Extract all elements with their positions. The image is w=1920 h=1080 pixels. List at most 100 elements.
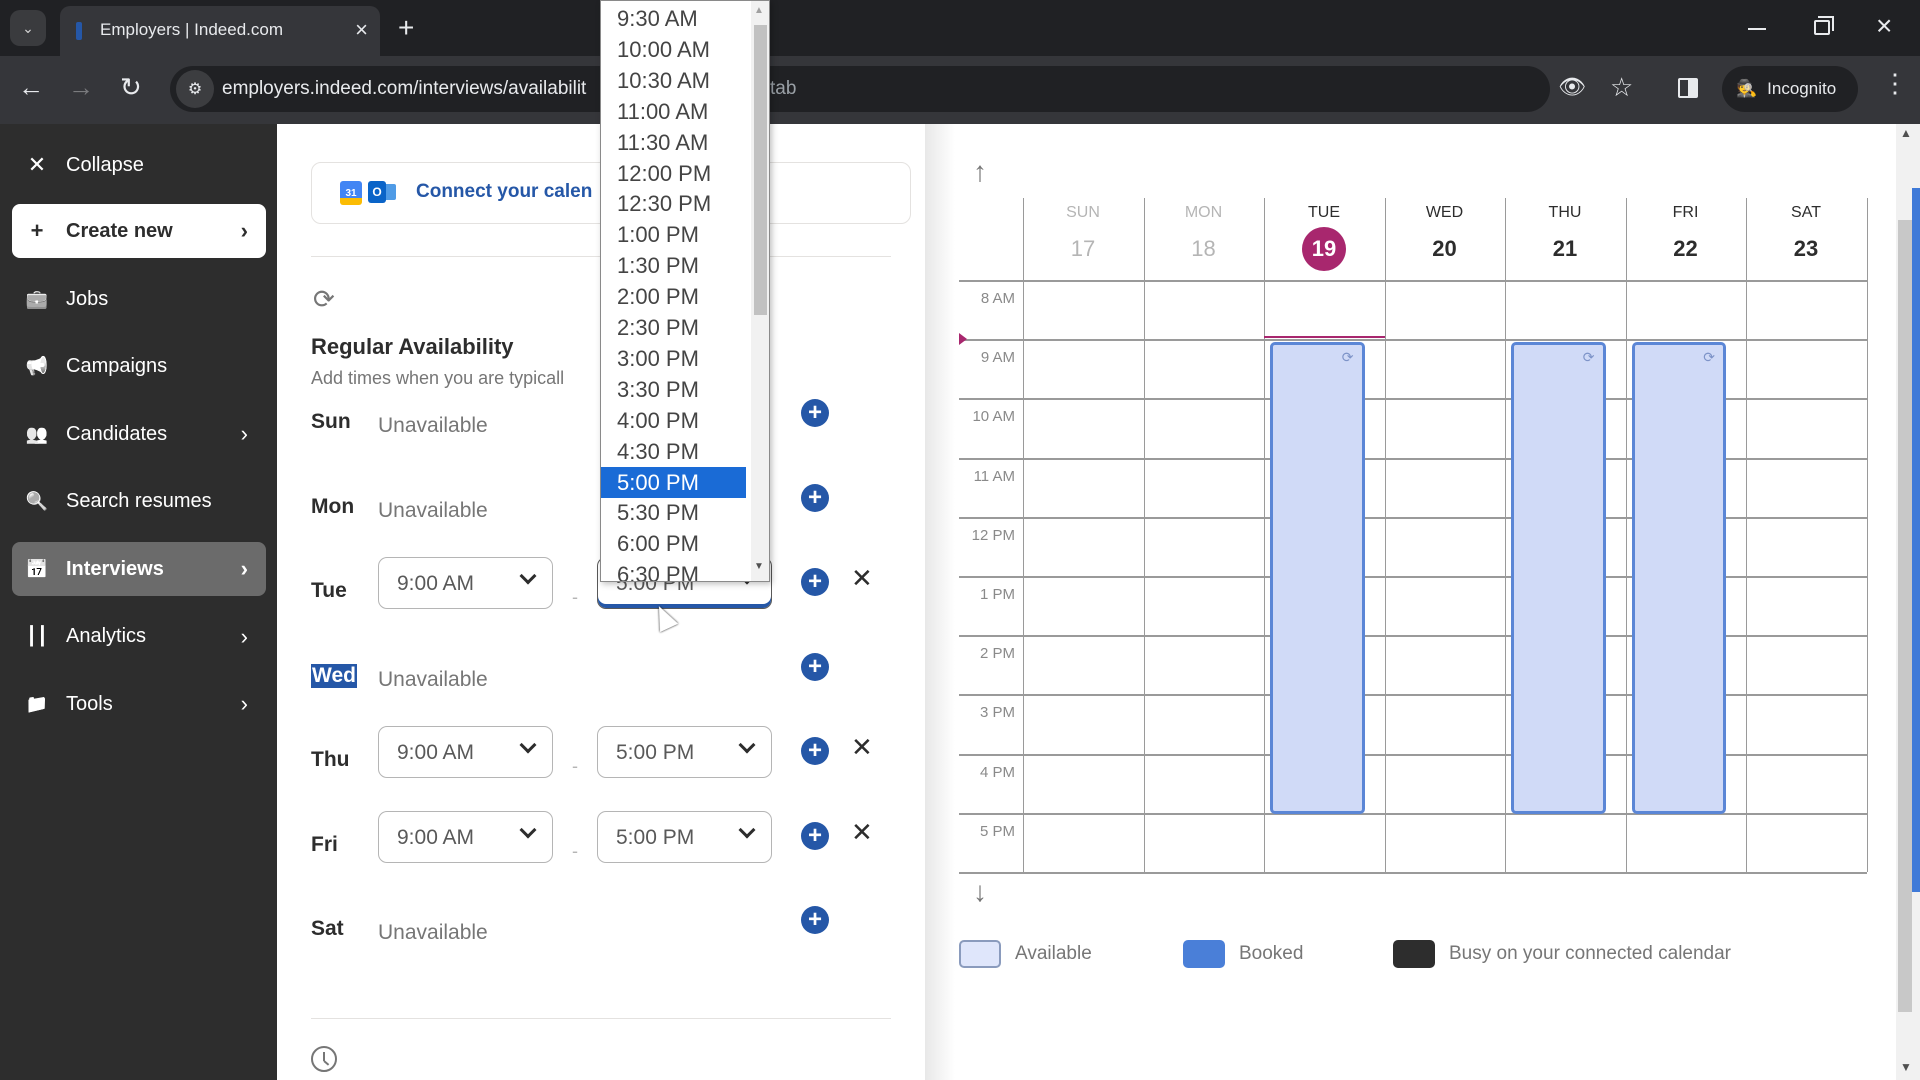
- dropdown-option[interactable]: 1:00 PM: [601, 219, 746, 250]
- available-slot-tue[interactable]: ⟳: [1270, 342, 1365, 814]
- forward-arrow-icon[interactable]: →: [68, 72, 94, 103]
- new-tab-button[interactable]: +: [398, 12, 414, 44]
- day-name-tue: TUE: [1308, 204, 1340, 221]
- add-time-button-mon[interactable]: +: [801, 483, 829, 512]
- sync-icon[interactable]: ⟳: [313, 284, 335, 315]
- page-scrollbar-thumb[interactable]: [1898, 220, 1912, 1012]
- add-time-button-tue[interactable]: +: [801, 568, 829, 596]
- dropdown-option[interactable]: 2:30 PM: [601, 312, 746, 343]
- dropdown-option[interactable]: 3:00 PM: [601, 343, 746, 374]
- chevron-right-icon: ›: [240, 421, 248, 446]
- day-date-23[interactable]: 23: [1746, 236, 1866, 262]
- restore-window-button[interactable]: [1814, 16, 1834, 35]
- side-panel-icon[interactable]: [1678, 78, 1698, 98]
- end-time-select-fri[interactable]: 5:00 PM: [597, 810, 772, 863]
- grid-row-line: [959, 694, 1867, 697]
- listbox-scrollbar-thumb[interactable]: [754, 25, 767, 315]
- chevron-down-icon: [519, 736, 537, 754]
- dropdown-option[interactable]: 1:30 PM: [601, 250, 746, 281]
- browser-toolbar: ← → ↻ ⚙ employers.indeed.com/interviews/…: [0, 56, 1920, 124]
- sidebar-item-candidates[interactable]: 👥 Candidates ›: [12, 407, 266, 461]
- add-time-button-sat[interactable]: +: [801, 906, 829, 934]
- calendar-panel: ↑ SUN 17 MON 18 TUE 19 WED 20 THU 21 FRI 22 SAT 23 8 A…: [955, 124, 1885, 1080]
- collapse-button[interactable]: ✕ Collapse: [12, 138, 266, 192]
- close-tab-icon[interactable]: ×: [355, 17, 368, 43]
- dropdown-option[interactable]: 10:00 AM: [601, 34, 746, 65]
- dropdown-option[interactable]: 10:30 AM: [601, 65, 746, 96]
- remove-time-button-fri[interactable]: ✕: [851, 817, 873, 848]
- add-time-button-wed[interactable]: +: [801, 652, 829, 681]
- dropdown-option[interactable]: 4:00 PM: [601, 405, 746, 436]
- day-date-22[interactable]: 22: [1626, 236, 1746, 262]
- sidebar-item-tools[interactable]: 📁 Tools ›: [12, 677, 266, 731]
- dropdown-option[interactable]: 6:00 PM: [601, 528, 746, 559]
- sidebar-item-label: Tools: [66, 692, 113, 715]
- unavailable-text: Unavailable: [378, 667, 488, 691]
- end-time-dropdown-listbox[interactable]: 9:30 AM 10:00 AM 10:30 AM 11:00 AM 11:30 AM 1…: [600, 0, 770, 582]
- arrow-down-icon[interactable]: ↓: [973, 876, 987, 908]
- dropdown-option[interactable]: 11:30 AM: [601, 127, 746, 158]
- remove-time-button-tue[interactable]: ✕: [851, 563, 873, 594]
- dropdown-option[interactable]: 12:00 PM: [601, 158, 746, 189]
- close-window-button[interactable]: ×: [1876, 10, 1892, 42]
- back-arrow-icon[interactable]: ←: [18, 72, 44, 103]
- tab-search-button[interactable]: ⌄: [10, 10, 46, 46]
- sidebar-item-search-resumes[interactable]: 🔍 Search resumes: [12, 475, 266, 529]
- megaphone-icon: 📢: [25, 356, 49, 376]
- scroll-up-arrow-icon[interactable]: ▲: [1900, 126, 1912, 140]
- address-bar[interactable]: ⚙ employers.indeed.com/interviews/availa…: [170, 66, 1633, 112]
- arrow-up-icon[interactable]: ↑: [973, 156, 987, 188]
- start-time-select-thu[interactable]: 9:00 AM: [378, 726, 553, 778]
- create-new-button[interactable]: + Create new ›: [12, 204, 266, 258]
- minimize-window-button[interactable]: [1748, 28, 1766, 30]
- grid-column-line: [1625, 198, 1627, 872]
- dropdown-option[interactable]: 5:00 PM: [601, 466, 746, 498]
- dropdown-option[interactable]: 3:30 PM: [601, 374, 746, 405]
- available-slot-thu[interactable]: ⟳: [1511, 342, 1606, 814]
- site-settings-icon[interactable]: ⚙: [176, 70, 214, 108]
- page-scrollbar[interactable]: ▲ ▼: [1896, 124, 1920, 1080]
- dropdown-option[interactable]: 2:00 PM: [601, 281, 746, 312]
- sidebar-item-analytics[interactable]: ┃┃ Analytics ›: [12, 610, 266, 664]
- start-time-select-tue[interactable]: 9:00 AM: [378, 557, 553, 609]
- scroll-up-arrow-icon[interactable]: ▲: [754, 5, 764, 16]
- today-date-badge: 19: [1302, 227, 1346, 271]
- day-date-20[interactable]: 20: [1385, 236, 1505, 262]
- dropdown-option[interactable]: 9:30 AM: [601, 3, 746, 34]
- day-date-18[interactable]: 18: [1144, 236, 1264, 262]
- dropdown-option[interactable]: 4:30 PM: [601, 436, 746, 467]
- bookmark-star-icon[interactable]: ☆: [1610, 72, 1633, 103]
- dropdown-option[interactable]: 12:30 PM: [601, 188, 746, 219]
- end-time-value: 5:00 PM: [616, 741, 695, 764]
- eye-off-icon[interactable]: 👁: [1558, 74, 1586, 100]
- browser-tab-active[interactable]: Employers | Indeed.com ×: [60, 6, 380, 56]
- day-date-19[interactable]: 19: [1264, 227, 1384, 271]
- sidebar-item-jobs[interactable]: 💼 Jobs: [12, 272, 266, 326]
- day-label-sun: Sun: [311, 410, 351, 433]
- sidebar-item-interviews[interactable]: 📅 Interviews ›: [12, 542, 266, 596]
- day-date-21[interactable]: 21: [1505, 236, 1625, 262]
- day-date-17[interactable]: 17: [1023, 236, 1143, 262]
- start-time-select-fri[interactable]: 9:00 AM: [378, 810, 553, 863]
- remove-time-button-thu[interactable]: ✕: [851, 732, 873, 763]
- grid-row-line: [959, 753, 1867, 756]
- dropdown-option[interactable]: 5:30 PM: [601, 497, 746, 528]
- more-menu-icon[interactable]: ⋮: [1882, 70, 1908, 96]
- available-slot-fri[interactable]: ⟳: [1631, 342, 1726, 814]
- scroll-down-arrow-icon[interactable]: ▼: [754, 561, 764, 572]
- dropdown-option[interactable]: 6:30 PM: [601, 559, 746, 581]
- add-time-button-thu[interactable]: +: [801, 737, 829, 765]
- sidebar-item-campaigns[interactable]: 📢 Campaigns: [12, 340, 266, 394]
- dropdown-option[interactable]: 11:00 AM: [601, 96, 746, 127]
- reload-icon[interactable]: ↻: [120, 72, 142, 103]
- add-time-button-fri[interactable]: +: [801, 821, 829, 850]
- add-time-button-sun[interactable]: +: [801, 399, 829, 427]
- scroll-down-arrow-icon[interactable]: ▼: [1900, 1060, 1912, 1074]
- time-range-separator: -: [572, 756, 578, 776]
- chevron-right-icon: ›: [240, 556, 248, 581]
- end-time-select-thu[interactable]: 5:00 PM: [597, 726, 772, 778]
- grid-row-line: [959, 280, 1867, 282]
- incognito-badge[interactable]: 🕵 Incognito: [1722, 66, 1858, 112]
- url-text[interactable]: employers.indeed.com/interviews/availabi…: [222, 78, 586, 100]
- legend-item-available: Available: [959, 940, 1092, 968]
